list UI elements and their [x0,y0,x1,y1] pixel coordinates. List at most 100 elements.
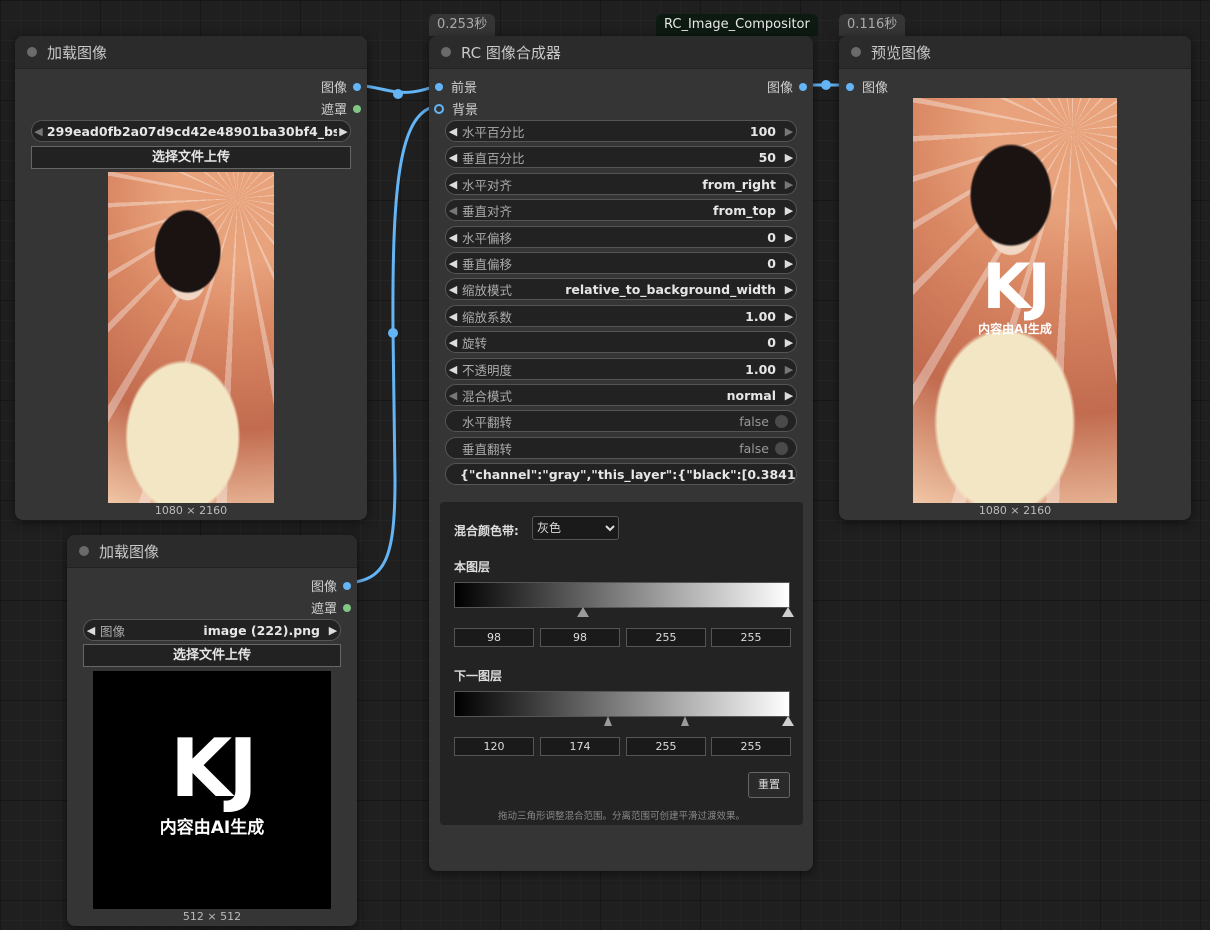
arrow-left-icon[interactable]: ◀ [446,204,460,217]
arrow-left-icon[interactable]: ◀ [446,231,460,244]
horizontal-percent-widget[interactable]: ◀ 水平百分比 100 ▶ [445,120,797,142]
arrow-right-icon[interactable]: ▶ [337,125,350,138]
under-layer-white-high-handle[interactable] [782,716,794,726]
arrow-right-icon[interactable]: ▶ [782,336,796,349]
output-slot-icon[interactable] [343,603,351,612]
node-header[interactable]: 加载图像 [15,36,367,69]
this-layer-gradient [454,582,790,608]
under-layer-value-1[interactable]: 174 [540,737,620,756]
blend-json-field[interactable]: {"channel":"gray","this_layer":{"black":… [445,463,797,485]
rc-image-compositor-node[interactable]: RC 图像合成器 前景 背景 图像 ◀ 水平百分比 100 ▶ ◀ 垂直百分比 … [429,36,813,871]
arrow-left-icon[interactable]: ◀ [446,389,460,402]
arrow-left-icon[interactable]: ◀ [84,624,98,637]
input-slot-icon[interactable] [434,103,444,114]
this-layer-black-low-handle[interactable] [577,607,589,617]
under-layer-value-0[interactable]: 120 [454,737,534,756]
arrow-right-icon[interactable]: ▶ [782,310,796,323]
arrow-left-icon[interactable]: ◀ [446,257,460,270]
vertical-align-widget[interactable]: ◀ 垂直对齐 from_top ▶ [445,199,797,221]
arrow-right-icon[interactable]: ▶ [782,363,796,376]
widget-label: 水平对齐 [462,177,513,193]
collapse-dot-icon[interactable] [441,47,451,57]
vertical-percent-widget[interactable]: ◀ 垂直百分比 50 ▶ [445,146,797,168]
input-slot-icon[interactable] [435,82,443,91]
execution-time-badge: 0.116秒 [839,14,906,36]
output-slot-icon[interactable] [353,82,361,91]
input-background[interactable]: 背景 [434,99,478,118]
arrow-left-icon[interactable]: ◀ [446,363,460,376]
opacity-widget[interactable]: ◀ 不透明度 1.00 ▶ [445,358,797,380]
collapse-dot-icon[interactable] [27,47,37,57]
arrow-right-icon[interactable]: ▶ [326,624,340,637]
blend-mode-widget[interactable]: ◀ 混合模式 normal ▶ [445,384,797,406]
this-layer-value-2[interactable]: 255 [626,628,706,647]
arrow-right-icon[interactable]: ▶ [782,125,796,138]
output-image[interactable]: 图像 [321,77,361,96]
input-image[interactable]: 图像 [846,77,888,96]
output-mask[interactable]: 遮罩 [311,598,351,617]
flip-horizontal-toggle[interactable]: 水平翻转 false [445,410,797,432]
arrow-right-icon[interactable]: ▶ [782,204,796,217]
channel-select[interactable]: 灰色 [532,516,619,540]
slot-label: 遮罩 [320,103,347,118]
output-slot-icon[interactable] [353,104,361,113]
image-file-combo[interactable]: ◀ 图像 image (222).png ▶ [83,619,341,641]
arrow-left-icon[interactable]: ◀ [446,178,460,191]
output-image[interactable]: 图像 [767,77,807,96]
output-slot-icon[interactable] [343,581,351,590]
this-layer-value-1[interactable]: 98 [540,628,620,647]
collapse-dot-icon[interactable] [79,546,89,556]
widget-label: 垂直百分比 [462,150,525,166]
arrow-left-icon[interactable]: ◀ [446,283,460,296]
arrow-right-icon[interactable]: ▶ [782,257,796,270]
vertical-offset-widget[interactable]: ◀ 垂直偏移 0 ▶ [445,252,797,274]
toggle-knob-icon[interactable] [775,414,788,428]
collapse-dot-icon[interactable] [851,47,861,57]
arrow-right-icon[interactable]: ▶ [782,389,796,402]
scale-factor-widget[interactable]: ◀ 缩放系数 1.00 ▶ [445,305,797,327]
arrow-left-icon[interactable]: ◀ [446,310,460,323]
loaded-image-preview: KJ 内容由AI生成 [93,671,331,909]
widget-label: 缩放模式 [462,282,513,298]
input-slot-icon[interactable] [846,82,854,91]
horizontal-offset-widget[interactable]: ◀ 水平偏移 0 ▶ [445,226,797,248]
node-header[interactable]: RC 图像合成器 [429,36,813,69]
node-header[interactable]: 加载图像 [67,535,357,568]
reset-button[interactable]: 重置 [748,772,790,798]
this-layer-value-3[interactable]: 255 [711,628,791,647]
arrow-left-icon[interactable]: ◀ [446,125,460,138]
upload-button[interactable]: 选择文件上传 [83,644,341,667]
under-layer-value-2[interactable]: 255 [626,737,706,756]
this-layer-value-0[interactable]: 98 [454,628,534,647]
flip-vertical-toggle[interactable]: 垂直翻转 false [445,437,797,459]
scale-mode-widget[interactable]: ◀ 缩放模式 relative_to_background_width ▶ [445,278,797,300]
rotation-widget[interactable]: ◀ 旋转 0 ▶ [445,331,797,353]
widget-label: 缩放系数 [462,309,513,325]
slot-label: 图像 [766,81,793,96]
arrow-left-icon[interactable]: ◀ [446,336,460,349]
load-image-node-2[interactable]: 加载图像 图像 遮罩 ◀ 图像 image (222).png ▶ 选择文件上传… [67,535,357,926]
arrow-right-icon[interactable]: ▶ [782,231,796,244]
widget-value: 1.00 [745,361,776,377]
this-layer-white-high-handle[interactable] [782,607,794,617]
node-header[interactable]: 预览图像 [839,36,1191,69]
arrow-left-icon[interactable]: ◀ [446,151,460,164]
under-layer-value-3[interactable]: 255 [711,737,791,756]
arrow-right-icon[interactable]: ▶ [782,178,796,191]
toggle-knob-icon[interactable] [775,441,788,455]
output-mask[interactable]: 遮罩 [321,99,361,118]
output-image[interactable]: 图像 [311,576,351,595]
under-layer-black-low-handle[interactable] [604,716,612,726]
load-image-node-1[interactable]: 加载图像 图像 遮罩 ◀ 299ead0fb2a07d9cd42e48901ba… [15,36,367,520]
input-foreground[interactable]: 前景 [435,77,477,96]
horizontal-align-widget[interactable]: ◀ 水平对齐 from_right ▶ [445,173,797,195]
arrow-right-icon[interactable]: ▶ [782,283,796,296]
node-class-badge: RC_Image_Compositor [656,14,818,36]
preview-image-node[interactable]: 预览图像 图像 KJ 内容由AI生成 1080 × 2160 [839,36,1191,520]
output-slot-icon[interactable] [799,82,807,91]
upload-button[interactable]: 选择文件上传 [31,146,351,169]
arrow-left-icon[interactable]: ◀ [32,125,45,138]
image-file-combo[interactable]: ◀ 299ead0fb2a07d9cd42e48901ba30bf4_bs...… [31,120,351,142]
arrow-right-icon[interactable]: ▶ [782,151,796,164]
under-layer-black-high-handle[interactable] [681,716,689,726]
